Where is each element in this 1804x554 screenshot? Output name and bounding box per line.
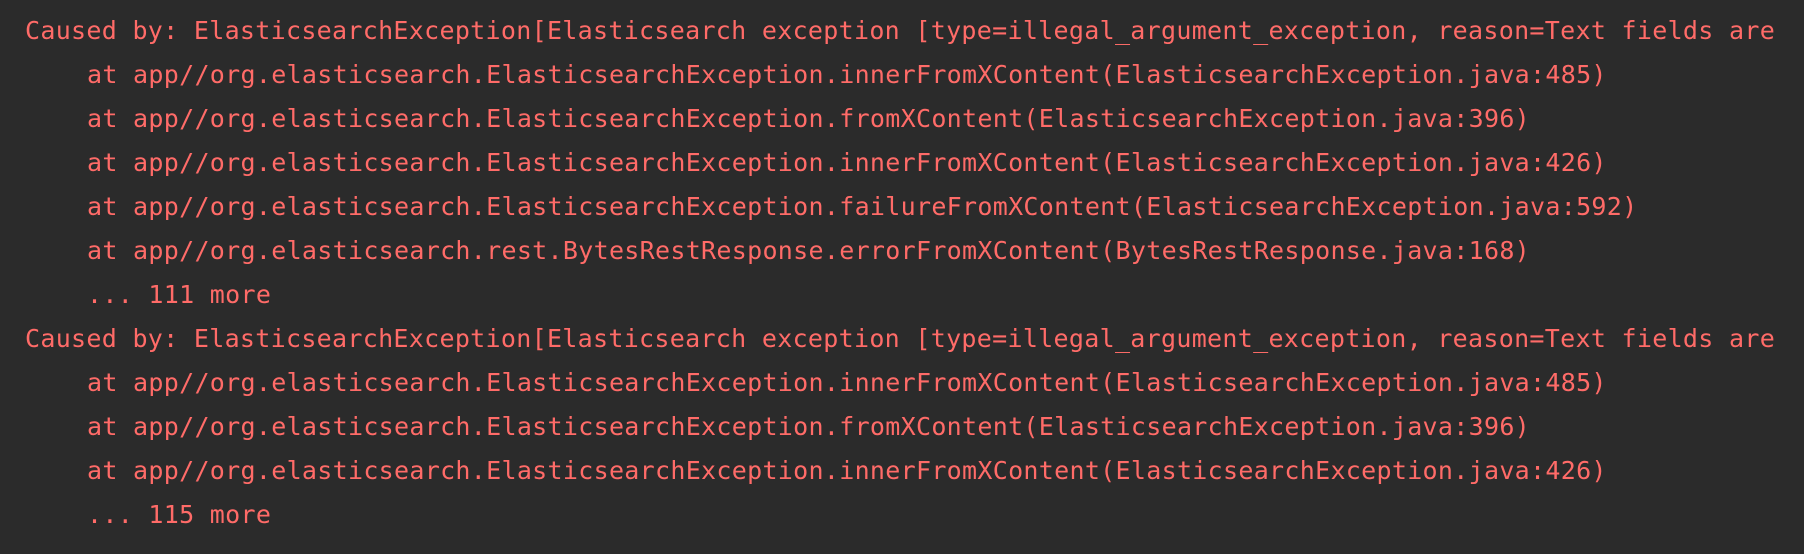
- stack-frame-line: at app//org.elasticsearch.ElasticsearchE…: [87, 368, 1607, 397]
- stack-frame-line: at app//org.elasticsearch.rest.BytesRest…: [87, 236, 1531, 265]
- console-output[interactable]: Caused by: ElasticsearchException[Elasti…: [0, 0, 1804, 554]
- stack-frame-line: at app//org.elasticsearch.ElasticsearchE…: [87, 60, 1607, 89]
- stack-frame-line: at app//org.elasticsearch.ElasticsearchE…: [87, 412, 1531, 441]
- stack-frame-line: at app//org.elasticsearch.ElasticsearchE…: [87, 148, 1607, 177]
- more-frames-line: ... 111 more: [87, 280, 272, 309]
- caused-by-line: Caused by: ElasticsearchException[Elasti…: [25, 324, 1776, 353]
- stack-frame-line: at app//org.elasticsearch.ElasticsearchE…: [87, 456, 1607, 485]
- more-frames-line: ... 115 more: [87, 500, 272, 529]
- caused-by-line: Caused by: ElasticsearchException[Elasti…: [25, 16, 1776, 45]
- stack-frame-line: at app//org.elasticsearch.ElasticsearchE…: [87, 104, 1531, 133]
- stack-frame-line: at app//org.elasticsearch.ElasticsearchE…: [87, 192, 1638, 221]
